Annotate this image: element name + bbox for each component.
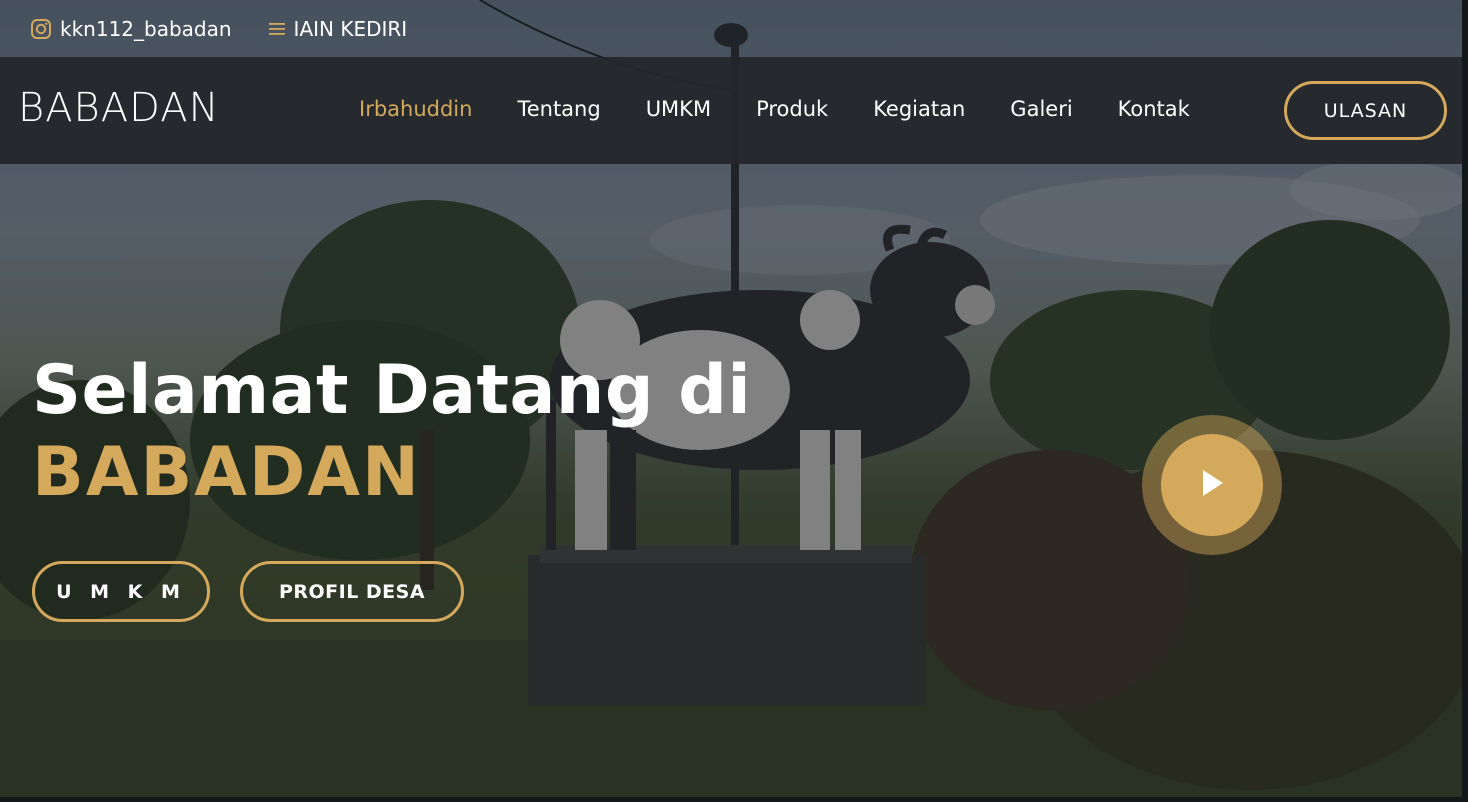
site-logo[interactable]: BABADAN (18, 85, 220, 131)
instagram-handle: kkn112_babadan (60, 16, 232, 41)
site-header: BABADAN Irbahuddin Tentang UMKM Produk K… (0, 57, 1462, 164)
instagram-icon (30, 18, 52, 40)
headline-line-2: BABADAN (32, 433, 421, 512)
page-bottom-edge (0, 797, 1468, 802)
ulasan-button[interactable]: ULASAN (1284, 81, 1447, 140)
nav-item-irbahuddin[interactable]: Irbahuddin (359, 97, 472, 121)
umkm-button[interactable]: U M K M (32, 561, 210, 622)
nav-item-tentang[interactable]: Tentang (517, 97, 600, 121)
nav-item-produk[interactable]: Produk (756, 97, 828, 121)
nav-item-galeri[interactable]: Galeri (1010, 97, 1072, 121)
org-label: IAIN KEDIRI (293, 16, 408, 41)
menu-lines-icon (268, 21, 286, 37)
nav-item-kegiatan[interactable]: Kegiatan (873, 97, 965, 121)
play-video-button[interactable] (1142, 415, 1282, 555)
main-nav: Irbahuddin Tentang UMKM Produk Kegiatan … (359, 97, 1190, 121)
profil-desa-button[interactable]: PROFIL DESA (240, 561, 464, 622)
instagram-link[interactable]: kkn112_babadan (30, 17, 232, 41)
top-bar: kkn112_babadan IAIN KEDIRI (0, 0, 1462, 57)
org-link[interactable]: IAIN KEDIRI (268, 16, 408, 41)
page-edge (1462, 0, 1468, 802)
play-button-core[interactable] (1161, 434, 1263, 536)
play-icon (1198, 467, 1226, 503)
hero-headline: Selamat Datang di BABADAN (32, 350, 751, 514)
headline-line-1: Selamat Datang di (32, 351, 752, 430)
nav-item-kontak[interactable]: Kontak (1118, 97, 1190, 121)
hero-buttons: U M K M PROFIL DESA (32, 561, 464, 622)
nav-item-umkm[interactable]: UMKM (646, 97, 711, 121)
